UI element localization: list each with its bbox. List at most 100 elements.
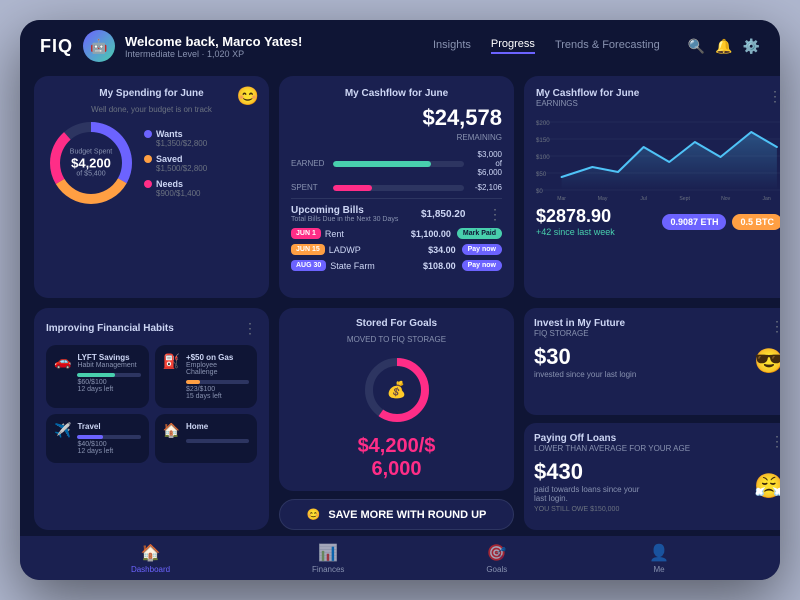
gas-type: Employee Challenge: [186, 362, 249, 376]
bill-amount-2: $34.00: [428, 245, 456, 255]
bill-date-3: AUG 30: [291, 260, 326, 271]
saved-label: Saved: [156, 154, 183, 164]
spent-bar-row: SPENT -$2,106: [291, 183, 502, 192]
finances-icon: 📊: [318, 543, 338, 563]
invest-menu-icon[interactable]: ⋮: [770, 318, 780, 335]
earnings-chart: $200 $150 $100 $50 $0 Mar May Jul Sept N…: [536, 112, 780, 202]
needs-label: Needs: [156, 179, 183, 189]
bill-amount-1: $1,100.00: [411, 229, 451, 239]
wants-dot: [144, 130, 152, 138]
svg-text:$150: $150: [536, 138, 550, 144]
home-name: Home: [186, 422, 249, 431]
legend-needs: Needs $900/$1,400: [144, 179, 257, 198]
round-up-button[interactable]: 😊 SAVE MORE WITH ROUND UP: [279, 499, 514, 530]
nav-dashboard[interactable]: 🏠 Dashboard: [131, 543, 170, 574]
bill-btn-1[interactable]: Mark Paid: [457, 228, 502, 239]
goals-title: Stored For Goals: [356, 318, 437, 329]
bill-btn-2[interactable]: Pay now: [462, 244, 502, 255]
cashflow-chart-title: My Cashflow for June: [536, 88, 639, 99]
invest-sub: FIQ STORAGE: [534, 329, 625, 338]
crypto-badges: 0.9087 ETH 0.5 BTC: [662, 214, 780, 230]
lyft-icon: 🚗: [54, 353, 71, 370]
avatar: 🤖: [83, 30, 115, 62]
goals-amount-section: $4,200/$ 6,000: [358, 435, 436, 481]
search-icon[interactable]: 🔍: [688, 38, 705, 55]
nav-tabs: Insights Progress Trends & Forecasting 🔍…: [433, 38, 760, 55]
bell-icon[interactable]: 🔔: [715, 38, 732, 55]
cf-values-row: $2878.90 +42 since last week 0.9087 ETH …: [536, 206, 780, 237]
svg-text:$200: $200: [536, 121, 550, 127]
spent-track: [333, 185, 464, 191]
spending-legend: Wants $1,350/$2,800 Saved $1,500/$2,800: [144, 129, 257, 198]
bill-row-ladwp: JUN 15 LADWP $34.00 Pay now: [291, 244, 502, 255]
goals-icon: 💰: [387, 380, 407, 400]
legend-wants: Wants $1,350/$2,800: [144, 129, 257, 148]
finances-label: Finances: [312, 565, 344, 574]
goals-column: Stored For Goals MOVED TO FIQ STORAGE 💰 …: [279, 308, 514, 530]
cashflow-chart-card: My Cashflow for June EARNINGS ⋮: [524, 76, 780, 298]
cashflow-remaining: $24,578: [291, 105, 502, 131]
cashflow-top-title: My Cashflow for June: [291, 88, 502, 99]
lyft-bar: [77, 373, 140, 377]
cashflow-top-card: My Cashflow for June $24,578 REMAINING E…: [279, 76, 514, 298]
bill-name-1: Rent: [325, 229, 411, 239]
invest-desc: invested since your last login: [534, 370, 636, 379]
bill-btn-3[interactable]: Pay now: [462, 260, 502, 271]
payoff-title: Paying Off Loans: [534, 433, 690, 444]
spending-card: My Spending for June Well done, your bud…: [34, 76, 269, 298]
spending-title: My Spending for June: [46, 88, 257, 99]
eth-badge: 0.9087 ETH: [662, 214, 726, 230]
home-icon: 🏠: [163, 422, 180, 439]
habit-home: 🏠 Home: [155, 414, 258, 463]
bill-list: JUN 1 Rent $1,100.00 Mark Paid JUN 15 LA…: [291, 228, 502, 271]
payoff-card: Paying Off Loans LOWER THAN AVERAGE FOR …: [524, 423, 780, 530]
nav-goals[interactable]: 🎯 Goals: [486, 543, 507, 574]
user-info: Welcome back, Marco Yates! Intermediate …: [125, 34, 302, 59]
round-up-emoji: 😊: [307, 508, 321, 521]
settings-icon[interactable]: ⚙️: [743, 38, 760, 55]
goals-amount: $4,200/$: [358, 435, 436, 457]
bills-section-sub: Total Bills Due in the Next 30 Days: [291, 216, 398, 223]
app-container: FIQ 🤖 Welcome back, Marco Yates! Interme…: [20, 20, 780, 580]
invest-content: $30 invested since your last login 😎: [534, 344, 780, 379]
earned-label: EARNED: [291, 159, 327, 168]
tab-insights[interactable]: Insights: [433, 39, 471, 53]
needs-vals: $900/$1,400: [156, 189, 257, 198]
cashflow-remaining-label: REMAINING: [291, 133, 502, 142]
goals-sub: MOVED TO FIQ STORAGE: [347, 335, 446, 344]
budget-label: Budget Spent: [70, 149, 112, 156]
wants-vals: $1,350/$2,800: [156, 139, 257, 148]
round-up-label: SAVE MORE WITH ROUND UP: [328, 509, 486, 521]
home-info: Home: [186, 422, 249, 445]
lyft-days: 12 days left: [77, 386, 140, 393]
payoff-menu-icon[interactable]: ⋮: [770, 433, 780, 450]
cf-main-section: $2878.90 +42 since last week: [536, 206, 615, 237]
travel-bar: [77, 435, 140, 439]
btc-badge: 0.5 BTC: [732, 214, 780, 230]
spent-val: -$2,106: [470, 183, 502, 192]
tab-progress[interactable]: Progress: [491, 38, 535, 54]
spending-subtitle: Well done, your budget is on track: [46, 105, 257, 114]
saved-vals: $1,500/$2,800: [156, 164, 257, 173]
bills-menu-icon[interactable]: ⋮: [488, 206, 502, 223]
invest-title: Invest in My Future: [534, 318, 625, 329]
needs-dot: [144, 180, 152, 188]
habit-travel: ✈️ Travel $40/$100 12 days left: [46, 414, 149, 463]
tab-trends[interactable]: Trends & Forecasting: [555, 39, 660, 53]
gas-fill: [186, 380, 201, 384]
nav-finances[interactable]: 📊 Finances: [312, 543, 344, 574]
habits-menu-icon[interactable]: ⋮: [243, 320, 257, 337]
svg-text:Mar: Mar: [557, 196, 566, 202]
habit-gas: ⛽ +$50 on Gas Employee Challenge $23/$10…: [155, 345, 258, 408]
invest-title-row: Invest in My Future FIQ STORAGE ⋮: [534, 318, 780, 342]
gas-icon: ⛽: [163, 353, 180, 370]
travel-name: Travel: [77, 422, 140, 431]
app-logo: FIQ: [40, 36, 73, 57]
main-content: My Spending for June Well done, your bud…: [20, 68, 780, 536]
lyft-fill: [77, 373, 115, 377]
nav-me[interactable]: 👤 Me: [649, 543, 669, 574]
header: FIQ 🤖 Welcome back, Marco Yates! Interme…: [20, 20, 780, 68]
bill-row-statefarm: AUG 30 State Farm $108.00 Pay now: [291, 260, 502, 271]
chart-menu-icon[interactable]: ⋮: [768, 88, 780, 105]
wants-label: Wants: [156, 129, 183, 139]
